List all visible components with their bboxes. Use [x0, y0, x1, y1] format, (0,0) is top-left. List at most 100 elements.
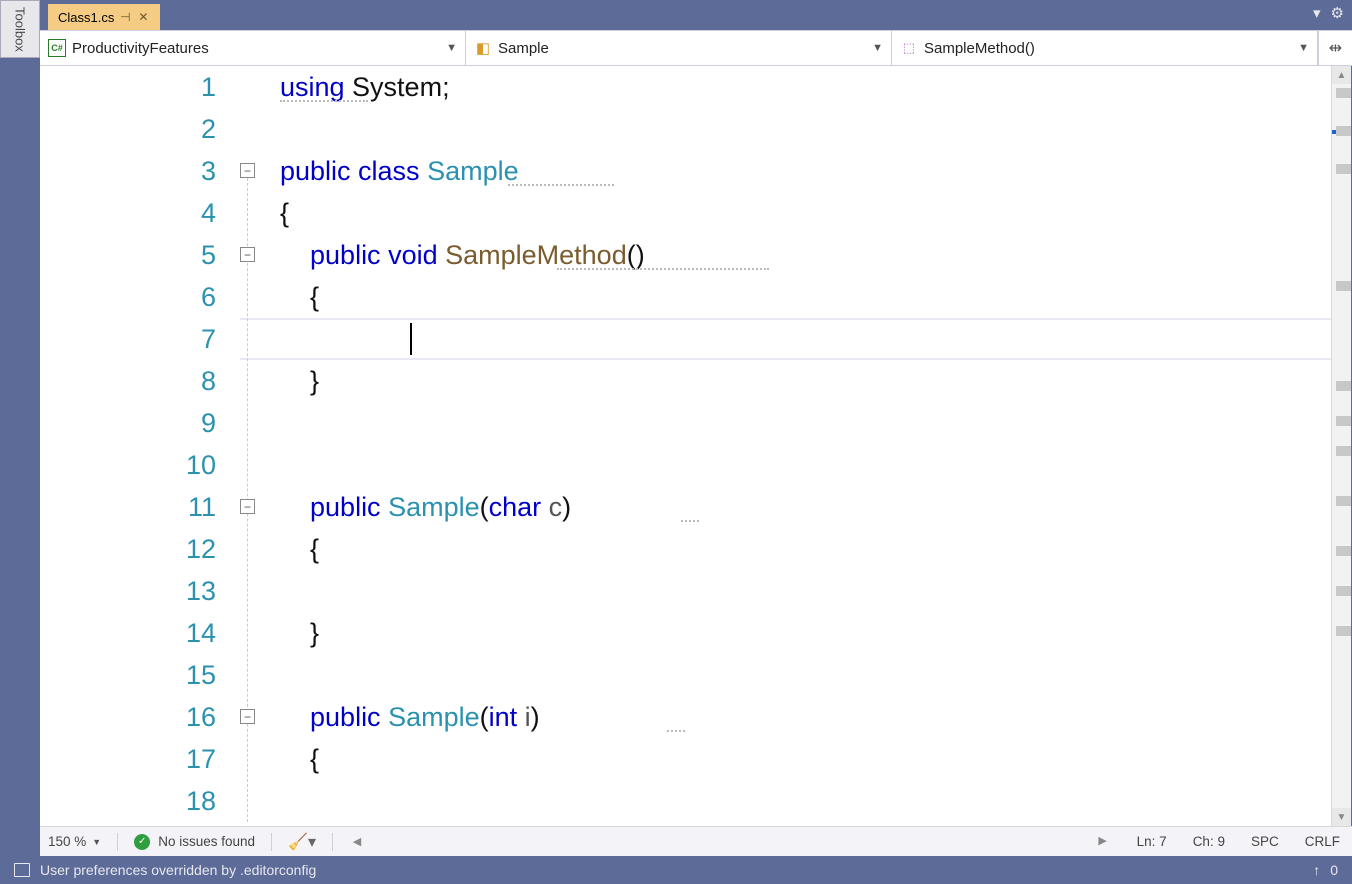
window-menu-chevron-icon[interactable]: ▾ [1313, 4, 1321, 22]
separator [117, 833, 118, 851]
code-line [240, 108, 1351, 150]
code-area[interactable]: using System; public class Sample { publ… [240, 66, 1351, 826]
code-line [240, 654, 1351, 696]
code-line: } [240, 360, 1351, 402]
nav-namespace-dropdown[interactable]: C# ProductivityFeatures ▼ [40, 31, 466, 65]
pin-icon[interactable]: ⊣ [118, 10, 132, 24]
file-icon [14, 863, 30, 877]
chevron-down-icon: ▼ [872, 42, 883, 54]
line-number: 5 [40, 234, 240, 276]
code-line: public Sample(char c) [240, 486, 1351, 528]
line-number: 13 [40, 570, 240, 612]
line-number: 1 [40, 66, 240, 108]
code-line: { [240, 738, 1351, 780]
toolbox-panel-tab[interactable]: Toolbox [0, 0, 40, 58]
chevron-down-icon: ▼ [1298, 42, 1309, 54]
line-number: 15 [40, 654, 240, 696]
overview-marker [1336, 416, 1351, 426]
code-hint-underline [557, 267, 769, 270]
tab-filename: Class1.cs [58, 10, 114, 25]
code-line: { [240, 276, 1351, 318]
overview-marker [1336, 281, 1351, 291]
line-number: 18 [40, 780, 240, 822]
ide-bottom-bar: User preferences overridden by .editorco… [0, 856, 1352, 884]
gear-icon[interactable]: ⚙ [1331, 4, 1344, 22]
check-icon: ✓ [134, 834, 150, 850]
status-char[interactable]: Ch: 9 [1193, 834, 1225, 849]
bottom-message: User preferences overridden by .editorco… [40, 862, 316, 878]
line-number: 7 [40, 318, 240, 360]
code-line [240, 318, 1351, 360]
code-hint-underline [667, 729, 685, 732]
method-icon: ⬚ [900, 39, 918, 57]
code-line [240, 780, 1351, 822]
code-line: { [240, 192, 1351, 234]
line-number: 3 [40, 150, 240, 192]
line-number: 8 [40, 360, 240, 402]
line-number: 16 [40, 696, 240, 738]
publish-arrow-icon[interactable]: ↑ [1313, 862, 1320, 878]
zoom-value: 150 % [48, 834, 86, 849]
status-line[interactable]: Ln: 7 [1137, 834, 1167, 849]
overview-marker [1336, 126, 1351, 136]
text-caret [410, 323, 412, 355]
code-line: public class Sample [240, 150, 1351, 192]
overview-marker [1336, 586, 1351, 596]
code-line: { [240, 528, 1351, 570]
nav-member-label: SampleMethod() [924, 40, 1035, 57]
line-number-gutter: 1 2 3 4 5 6 7 8 9 10 11 12 13 14 15 16 1… [40, 66, 240, 826]
code-hint-underline [681, 519, 699, 522]
code-line: } [240, 612, 1351, 654]
code-editor[interactable]: 1 2 3 4 5 6 7 8 9 10 11 12 13 14 15 16 1… [40, 66, 1352, 826]
nav-class-dropdown[interactable]: ◧ Sample ▼ [466, 31, 892, 65]
nav-class-label: Sample [498, 40, 549, 57]
overview-marker [1336, 446, 1351, 456]
code-line: using System; [240, 66, 1351, 108]
line-number: 14 [40, 612, 240, 654]
code-line [240, 444, 1351, 486]
line-number: 17 [40, 738, 240, 780]
split-editor-button[interactable]: ⇹ [1318, 31, 1352, 65]
overview-marker [1336, 88, 1351, 98]
nav-namespace-label: ProductivityFeatures [72, 40, 209, 57]
code-line: public void SampleMethod() [240, 234, 1351, 276]
scroll-down-arrow-icon[interactable]: ▼ [1332, 808, 1351, 826]
hscroll-left-icon[interactable]: ◀ [349, 835, 365, 848]
code-line [240, 570, 1351, 612]
issues-text: No issues found [158, 834, 255, 849]
code-line: public Sample(int i) [240, 696, 1351, 738]
overview-marker [1336, 381, 1351, 391]
status-eol[interactable]: CRLF [1305, 834, 1340, 849]
csharp-file-icon: C# [48, 39, 66, 57]
overview-marker [1336, 626, 1351, 636]
line-number: 2 [40, 108, 240, 150]
class-icon: ◧ [474, 39, 492, 57]
line-number: 9 [40, 402, 240, 444]
issues-indicator[interactable]: ✓ No issues found [134, 834, 255, 850]
status-indent[interactable]: SPC [1251, 834, 1279, 849]
cleanup-brush-icon[interactable]: 🧹▾ [288, 832, 316, 852]
document-tab-class1[interactable]: Class1.cs ⊣ ✕ [48, 4, 160, 30]
split-icon: ⇹ [1329, 38, 1342, 58]
nav-member-dropdown[interactable]: ⬚ SampleMethod() ▼ [892, 31, 1318, 65]
scroll-up-arrow-icon[interactable]: ▲ [1332, 66, 1351, 84]
hscroll-right-icon[interactable]: ▶ [1095, 834, 1111, 849]
overview-marker [1336, 164, 1351, 174]
code-hint-underline [508, 183, 614, 186]
toolbox-label: Toolbox [13, 7, 28, 52]
editor-status-strip: 150 % ▼ ✓ No issues found 🧹▾ ◀ ▶ Ln: 7 C… [40, 826, 1352, 856]
line-number: 10 [40, 444, 240, 486]
vertical-scrollbar[interactable]: ▲ ▼ [1331, 66, 1351, 826]
code-line [240, 402, 1351, 444]
chevron-down-icon: ▼ [446, 42, 457, 54]
line-number: 4 [40, 192, 240, 234]
zoom-dropdown[interactable]: 150 % ▼ [48, 834, 101, 849]
separator [271, 833, 272, 851]
publish-count: 0 [1330, 862, 1338, 878]
overview-marker [1336, 546, 1351, 556]
code-nav-bar: C# ProductivityFeatures ▼ ◧ Sample ▼ ⬚ S… [40, 30, 1352, 66]
chevron-down-icon: ▼ [92, 837, 101, 847]
close-icon[interactable]: ✕ [136, 10, 150, 24]
overview-marker [1336, 496, 1351, 506]
line-number: 6 [40, 276, 240, 318]
